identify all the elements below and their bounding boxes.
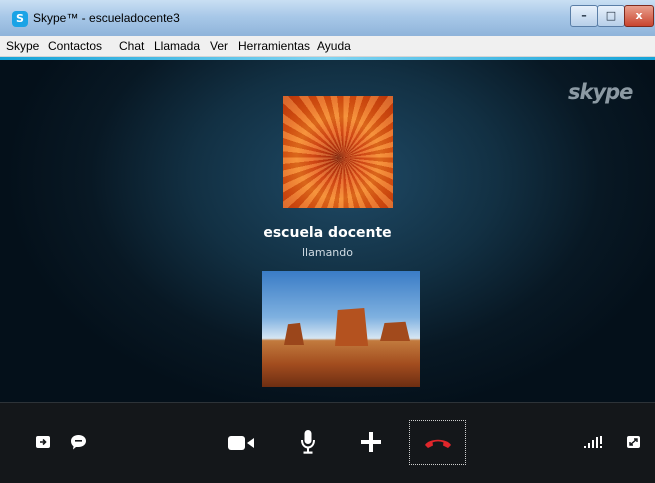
window-title: Skype™ - escueladocente3	[33, 11, 180, 25]
microphone-icon[interactable]	[297, 427, 319, 457]
menu-chat[interactable]: Chat	[119, 39, 144, 53]
video-icon[interactable]	[226, 432, 256, 454]
chat-icon[interactable]	[68, 432, 88, 452]
call-toolbar	[0, 402, 655, 483]
menu-skype[interactable]: Skype	[6, 39, 39, 53]
title-bar[interactable]: S Skype™ - escueladocente3 – □ x	[0, 0, 655, 36]
menu-llamada[interactable]: Llamada	[154, 39, 200, 53]
maximize-button[interactable]: □	[597, 5, 625, 27]
add-icon[interactable]	[358, 429, 384, 455]
menu-herramientas[interactable]: Herramientas	[238, 39, 310, 53]
preview-rock	[380, 321, 410, 341]
contact-name: escuela docente	[263, 225, 392, 241]
preview-rock	[284, 322, 304, 345]
self-video-preview	[262, 271, 420, 387]
skype-app-icon[interactable]: S	[12, 11, 28, 27]
menu-contactos[interactable]: Contactos	[48, 39, 102, 53]
share-screen-icon[interactable]	[34, 433, 52, 451]
menu-ayuda[interactable]: Ayuda	[317, 39, 351, 53]
hang-up-icon	[424, 439, 451, 448]
close-button[interactable]: x	[624, 5, 654, 27]
skype-logo: skype	[568, 80, 633, 104]
minimize-button[interactable]: –	[570, 5, 598, 27]
skype-window: S Skype™ - escueladocente3 – □ x Skype C…	[0, 0, 655, 483]
preview-rock	[335, 308, 369, 346]
call-status: llamando	[302, 246, 353, 259]
menu-bar: Skype Contactos Chat Llamada Ver Herrami…	[0, 36, 655, 57]
hang-up-button[interactable]	[409, 420, 466, 465]
contact-avatar	[283, 96, 393, 208]
signal-strength-icon[interactable]	[582, 434, 604, 450]
menu-ver[interactable]: Ver	[210, 39, 228, 53]
accent-line	[0, 57, 655, 60]
fullscreen-icon[interactable]	[624, 433, 642, 451]
